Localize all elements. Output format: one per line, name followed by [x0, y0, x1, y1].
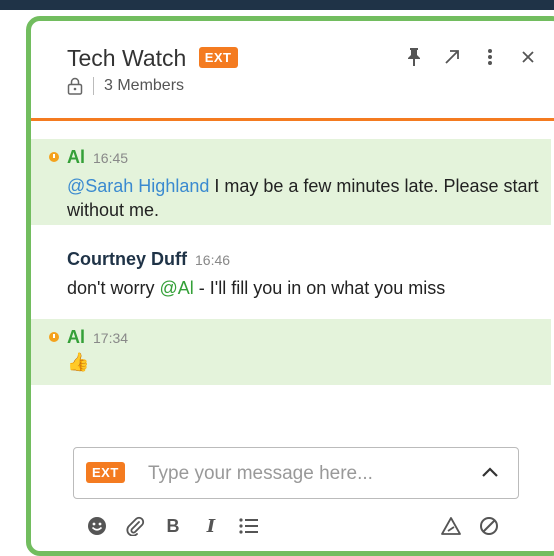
user-mention[interactable]: @Sarah Highland [67, 176, 209, 196]
message-meta: Courtney Duff 16:46 [67, 241, 551, 270]
emoji-icon[interactable] [85, 514, 109, 538]
pop-out-icon[interactable] [443, 47, 461, 67]
message-item[interactable]: Al 17:34 👍 [31, 319, 551, 385]
pending-clock-icon [49, 332, 59, 342]
header-divider [31, 118, 554, 121]
channel-subtitle: 3 Members [67, 77, 184, 95]
italic-icon[interactable]: I [199, 514, 223, 538]
pin-icon[interactable] [405, 47, 423, 67]
composer-toolbar: B I [85, 511, 515, 541]
chat-panel: Tech Watch EXT 3 Members Al 16:45 @Sarah… [26, 16, 554, 556]
send-alert-icon[interactable] [439, 514, 463, 538]
header-actions [405, 47, 537, 67]
chat-header: Tech Watch EXT 3 Members [31, 21, 554, 119]
message-item[interactable]: Courtney Duff 16:46 don't worry @Al - I'… [31, 241, 551, 311]
lock-icon [67, 77, 83, 95]
message-time: 16:45 [93, 150, 129, 166]
message-meta: Al 16:45 [49, 139, 551, 168]
close-icon[interactable] [519, 47, 537, 67]
user-mention[interactable]: @Al [159, 278, 193, 298]
chevron-up-icon[interactable] [480, 462, 500, 482]
subtitle-divider [93, 77, 94, 95]
message-body: don't worry [67, 278, 160, 298]
external-badge: EXT [198, 47, 238, 68]
pending-clock-icon [49, 152, 59, 162]
block-icon[interactable] [477, 514, 501, 538]
bold-icon[interactable]: B [161, 514, 185, 538]
message-author[interactable]: Courtney Duff [67, 249, 187, 270]
more-options-icon[interactable] [481, 47, 499, 67]
app-top-bar [0, 0, 554, 10]
bullet-list-icon[interactable] [237, 514, 261, 538]
message-input[interactable]: Type your message here... [148, 463, 373, 485]
message-time: 17:34 [93, 330, 129, 346]
message-item[interactable]: Al 16:45 @Sarah Highland I may be a few … [31, 139, 551, 225]
message-text: don't worry @Al - I'll fill you in on wh… [67, 276, 551, 300]
message-meta: Al 17:34 [49, 319, 551, 348]
channel-title: Tech Watch EXT [67, 45, 238, 72]
message-author[interactable]: Al [67, 327, 85, 348]
message-text: @Sarah Highland I may be a few minutes l… [67, 174, 551, 222]
external-badge: EXT [86, 462, 125, 483]
channel-title-text: Tech Watch [67, 45, 187, 71]
attachment-icon[interactable] [123, 514, 147, 538]
message-body: - I'll fill you in on what you miss [193, 278, 446, 298]
member-count[interactable]: 3 Members [104, 77, 184, 95]
thumbs-up-emoji: 👍 [67, 352, 90, 372]
message-author[interactable]: Al [67, 147, 85, 168]
message-composer[interactable]: EXT Type your message here... [73, 447, 519, 499]
message-time: 16:46 [195, 252, 231, 268]
